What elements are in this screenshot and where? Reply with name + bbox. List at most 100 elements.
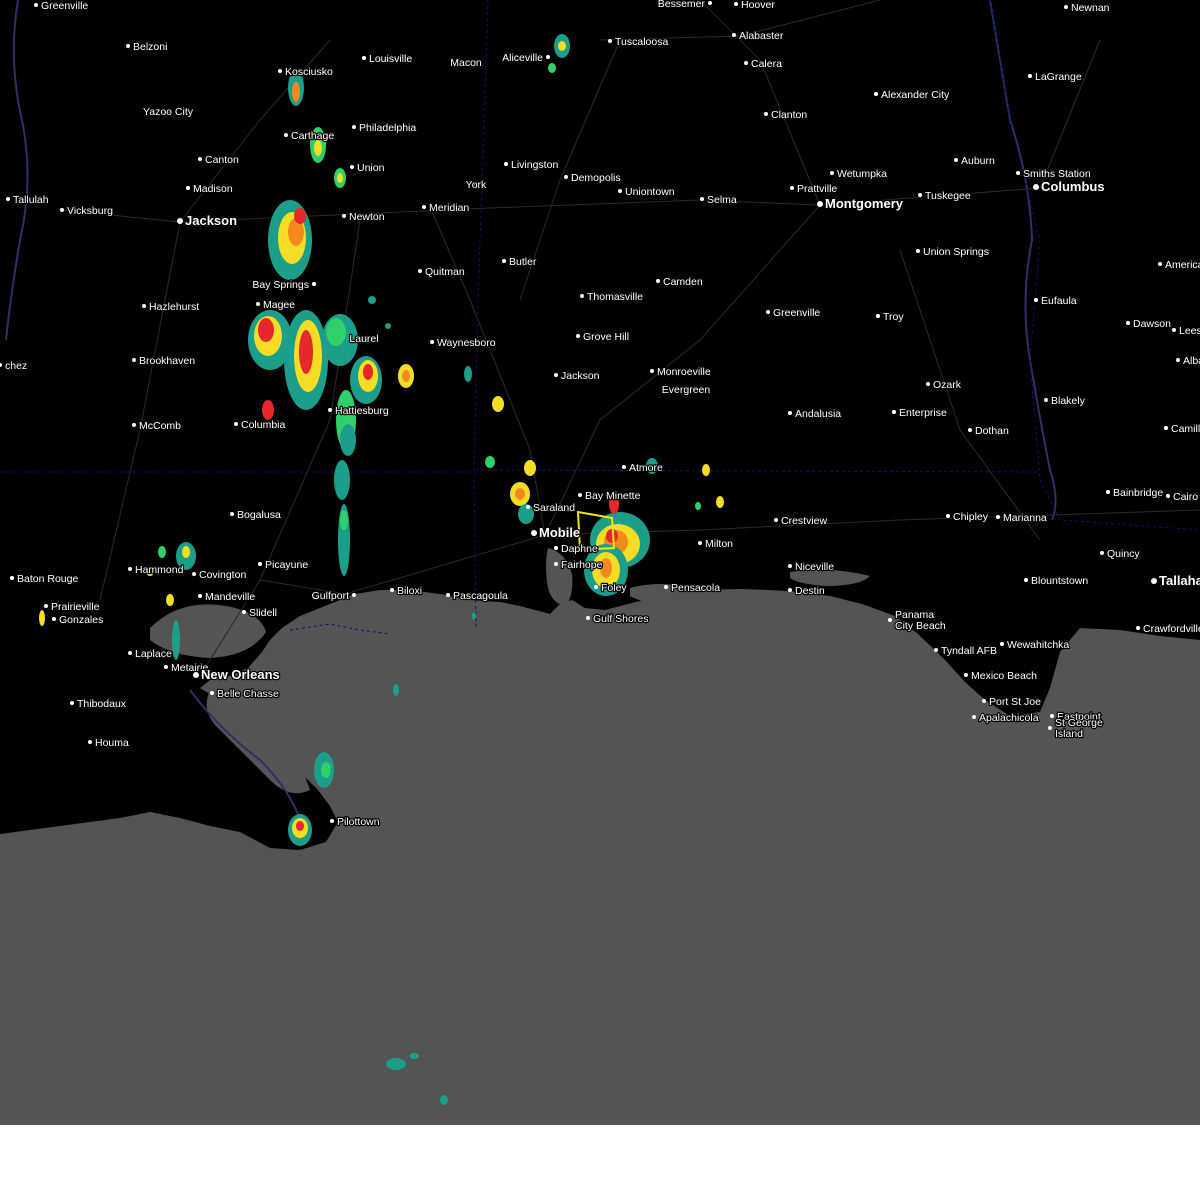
city-marker-laplace [128, 651, 132, 655]
city-marker-jackson-al [554, 373, 558, 377]
city-marker-tuscaloosa [608, 39, 612, 43]
city-label-macon: Macon [450, 57, 482, 69]
city-label-pensacola: Pensacola [671, 582, 720, 594]
city-marker-columbia [234, 422, 238, 426]
city-label-brookhaven: Brookhaven [139, 355, 195, 367]
city-label-carthage: Carthage [291, 130, 334, 142]
city-label-alabaster: Alabaster [739, 30, 784, 42]
city-label-kosciusko: Kosciusko [285, 66, 333, 78]
radar-echo [172, 620, 180, 660]
radar-echo [296, 821, 304, 831]
city-marker-tallahassee [1151, 578, 1157, 584]
city-label-philadelphia: Philadelphia [359, 122, 416, 134]
city-label-tuscaloosa: Tuscaloosa [615, 36, 668, 48]
city-marker-gulf-shores [586, 616, 590, 620]
city-marker-cairo [1166, 494, 1170, 498]
city-marker-bessemer [708, 1, 712, 5]
city-marker-mandeville [198, 594, 202, 598]
city-label-laplace: Laplace [135, 648, 172, 660]
city-label-monroeville: Monroeville [657, 366, 711, 378]
radar-echo [464, 366, 472, 382]
city-marker-daphne [554, 546, 558, 550]
radar-echo [363, 364, 373, 380]
city-label-calera: Calera [751, 58, 782, 70]
city-marker-madison [186, 186, 190, 190]
city-label-port-st-joe: Port St Joe [989, 696, 1041, 708]
city-label-hoover: Hoover [741, 0, 775, 11]
city-label-destin: Destin [795, 585, 825, 597]
radar-echo [158, 546, 166, 558]
city-marker-prairieville [44, 604, 48, 608]
city-label-quitman: Quitman [425, 266, 465, 278]
city-marker-crawfordville [1136, 626, 1140, 630]
city-marker-monroeville [650, 369, 654, 373]
city-marker-hazlehurst [142, 304, 146, 308]
city-marker-niceville [788, 564, 792, 568]
city-label-bessemer: Bessemer [658, 0, 706, 10]
city-marker-carthage [284, 133, 288, 137]
city-label-new-orleans: New Orleans [201, 667, 280, 682]
city-label-america: America [1165, 259, 1200, 271]
city-marker-lagrange [1028, 74, 1032, 78]
city-label-chipley: Chipley [953, 511, 989, 523]
city-marker-uniontown [618, 189, 622, 193]
radar-echo [337, 173, 343, 183]
city-marker-new-orleans [193, 672, 199, 678]
city-label-union: Union [357, 162, 385, 174]
city-marker-slidell [242, 610, 246, 614]
city-marker-leesburg [1172, 328, 1176, 332]
city-marker-montgomery [817, 201, 823, 207]
city-marker-atmore [622, 465, 626, 469]
city-marker-ozark [926, 382, 930, 386]
radar-echo [386, 1058, 406, 1070]
city-label-dawson: Dawson [1133, 318, 1171, 330]
city-label-waynesboro: Waynesboro [437, 337, 496, 349]
city-label-clanton: Clanton [771, 109, 807, 121]
map-view[interactable]: Greenville Bessemer Hoover Newnan Belzoni Lou… [0, 0, 1200, 1200]
radar-map[interactable]: Greenville Bessemer Hoover Newnan Belzoni Lou… [0, 0, 1200, 1125]
city-marker-eastpoint [1050, 714, 1054, 718]
radar-echo [321, 762, 331, 778]
city-label-atmore: Atmore [629, 462, 663, 474]
city-marker-belzoni [126, 44, 130, 48]
city-marker-port-st-joe [982, 699, 986, 703]
radar-echo [695, 502, 701, 510]
city-label-leesburg: Leesb [1179, 325, 1200, 337]
city-marker-magee [256, 302, 260, 306]
city-marker-smiths-station [1016, 171, 1020, 175]
city-label-andalusia: Andalusia [795, 408, 841, 420]
city-label-gulfport: Gulfport [312, 590, 349, 602]
city-marker-panama-city-beach [888, 618, 892, 622]
city-marker-america [1158, 262, 1162, 266]
city-label-baton-rouge: Baton Rouge [17, 573, 78, 585]
city-label-bay-springs: Bay Springs [252, 279, 309, 291]
city-marker-chipley [946, 514, 950, 518]
radar-echo [472, 612, 476, 620]
city-label-albany: Alba [1183, 355, 1200, 367]
city-label-pascagoula: Pascagoula [453, 590, 508, 602]
city-label-quincy: Quincy [1107, 548, 1140, 560]
city-marker-mexico-beach [964, 673, 968, 677]
city-marker-thibodaux [70, 701, 74, 705]
city-label-mandeville: Mandeville [205, 591, 255, 603]
city-marker-camden [656, 279, 660, 283]
city-marker-quincy [1100, 551, 1104, 555]
city-marker-union [350, 165, 354, 169]
radar-echo [340, 424, 356, 456]
city-label-panama-city-beach-line-2: City Beach [895, 620, 946, 632]
city-label-lagrange: LaGrange [1035, 71, 1082, 83]
city-label-laurel: Laurel [349, 333, 378, 345]
city-marker-waynesboro [430, 340, 434, 344]
city-marker-greenville-ms [34, 3, 38, 7]
city-marker-fairhope [554, 562, 558, 566]
city-marker-metairie [164, 665, 168, 669]
city-marker-columbus [1033, 184, 1039, 190]
city-marker-crestview [774, 518, 778, 522]
radar-echo [326, 318, 346, 346]
city-marker-destin [788, 588, 792, 592]
city-marker-tyndall-afb [934, 648, 938, 652]
city-label-bainbridge: Bainbridge [1113, 487, 1163, 499]
radar-echo [402, 370, 410, 382]
city-marker-apalachicola [972, 715, 976, 719]
city-label-enterprise: Enterprise [899, 407, 947, 419]
